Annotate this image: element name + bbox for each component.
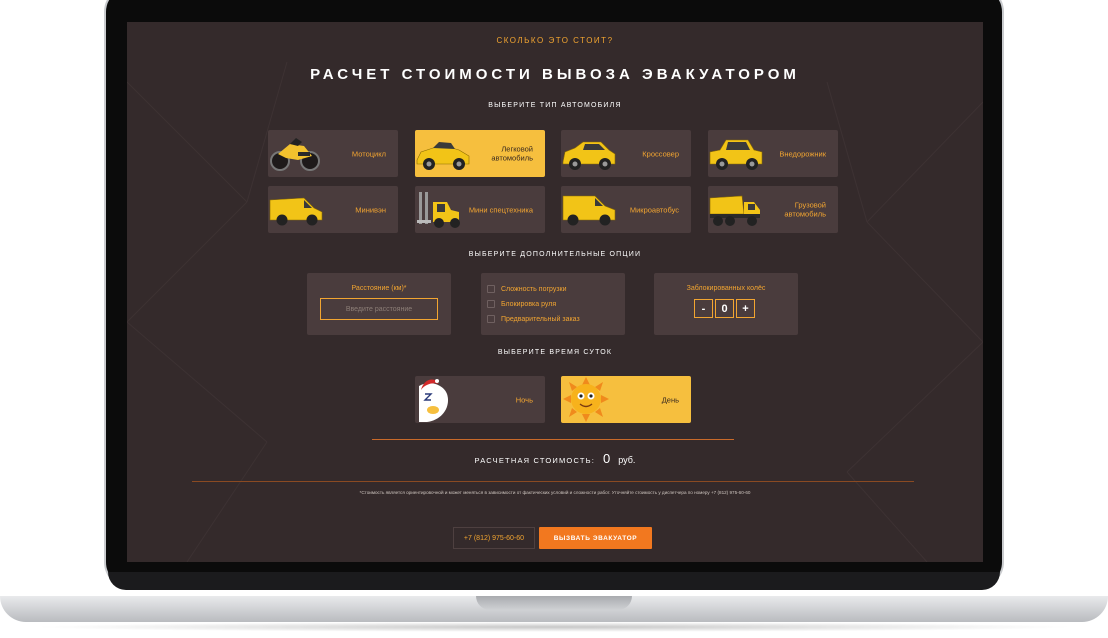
checkbox-icon[interactable] <box>487 285 495 293</box>
vehicle-card-label: Внедорожник <box>779 148 826 158</box>
vehicle-card-label: Легковой автомобиль <box>491 144 533 163</box>
time-card-label: Ночь <box>515 395 533 404</box>
time-card-day[interactable]: День <box>561 376 691 423</box>
vehicle-card-mini-special[interactable]: Мини спецтехника <box>415 186 545 233</box>
wheels-count[interactable]: 0 <box>715 299 734 318</box>
total-cost-label: РАСЧЕТНАЯ СТОИМОСТЬ: <box>474 456 596 465</box>
increment-button[interactable]: + <box>736 299 755 318</box>
checkbox-icon[interactable] <box>487 315 495 323</box>
phone-link[interactable]: +7 (812) 975-60-60 <box>453 527 535 549</box>
decrement-button[interactable]: - <box>694 299 713 318</box>
vehicle-card-label: Кроссовер <box>642 148 679 158</box>
night-moon-icon <box>419 379 449 422</box>
vehicle-card-motorcycle[interactable]: Мотоцикл <box>268 130 398 177</box>
vehicle-card-truck[interactable]: Грузовой автомобиль <box>708 186 838 233</box>
options-section-label: ВЫБЕРИТЕ ДОПОЛНИТЕЛЬНЫЕ ОПЦИИ <box>468 251 642 258</box>
time-section-label: ВЫБЕРИТЕ ВРЕМЯ СУТОК <box>497 349 613 356</box>
vehicle-card-minivan[interactable]: Минивэн <box>268 186 398 233</box>
total-cost-value: 0 <box>603 451 611 466</box>
checkbox-loading-complexity[interactable]: Сложность погрузки <box>487 283 567 295</box>
vehicle-card-label: Грузовой автомобиль <box>784 200 826 219</box>
divider-line <box>372 439 734 440</box>
vehicle-card-passenger-car[interactable]: Легковой автомобиль <box>415 130 545 177</box>
screen: СКОЛЬКО ЭТО СТОИТ? РАСЧЕТ СТОИМОСТИ ВЫВО… <box>127 22 983 562</box>
sun-icon <box>563 377 609 422</box>
section-eyebrow: СКОЛЬКО ЭТО СТОИТ? <box>496 36 614 45</box>
distance-title: Расстояние (км)* <box>351 285 407 292</box>
distance-input[interactable] <box>320 298 438 320</box>
vehicle-card-label: Мини спецтехника <box>468 204 533 214</box>
locked-wheels-box: Заблокированных колёс - 0 + <box>654 273 798 335</box>
vehicle-card-label: Минивэн <box>355 204 386 214</box>
vehicle-card-suv[interactable]: Внедорожник <box>708 130 838 177</box>
checkbox-label: Блокировка руля <box>501 300 557 308</box>
locked-wheels-title: Заблокированных колёс <box>686 285 766 292</box>
laptop-bezel-bottom <box>108 572 1000 590</box>
time-card-label: День <box>661 395 679 404</box>
distance-box: Расстояние (км)* <box>307 273 451 335</box>
total-cost-unit: руб. <box>618 455 636 465</box>
checkbox-label: Предварительный заказ <box>501 315 580 323</box>
vehicle-card-crossover[interactable]: Кроссовер <box>561 130 691 177</box>
laptop-shadow <box>30 622 1078 632</box>
vehicle-card-label: Мотоцикл <box>351 148 386 158</box>
page-title: РАСЧЕТ СТОИМОСТИ ВЫВОЗА ЭВАКУАТОРОМ <box>310 66 800 83</box>
checkbox-icon[interactable] <box>487 300 495 308</box>
checkbox-preorder[interactable]: Предварительный заказ <box>487 313 580 325</box>
total-cost: РАСЧЕТНАЯ СТОИМОСТЬ: 0 руб. <box>127 451 983 466</box>
time-card-night[interactable]: Ночь <box>415 376 545 423</box>
wheels-stepper: - 0 + <box>694 299 755 318</box>
vehicle-card-label: Микроавтобус <box>629 204 679 214</box>
vehicle-section-label: ВЫБЕРИТЕ ТИП АВТОМОБИЛЯ <box>488 102 622 109</box>
divider-line <box>192 481 914 482</box>
disclaimer-note: *Стоимость является ориентировочной и мо… <box>359 490 751 495</box>
checkbox-label: Сложность погрузки <box>501 285 567 293</box>
vehicle-card-microbus[interactable]: Микроавтобус <box>561 186 691 233</box>
call-tow-truck-button[interactable]: ВЫЗВАТЬ ЭВАКУАТОР <box>539 527 652 549</box>
checkbox-steering-lock[interactable]: Блокировка руля <box>487 298 556 310</box>
extra-options-box: Сложность погрузки Блокировка руля Предв… <box>481 273 625 335</box>
laptop-notch <box>476 596 632 610</box>
